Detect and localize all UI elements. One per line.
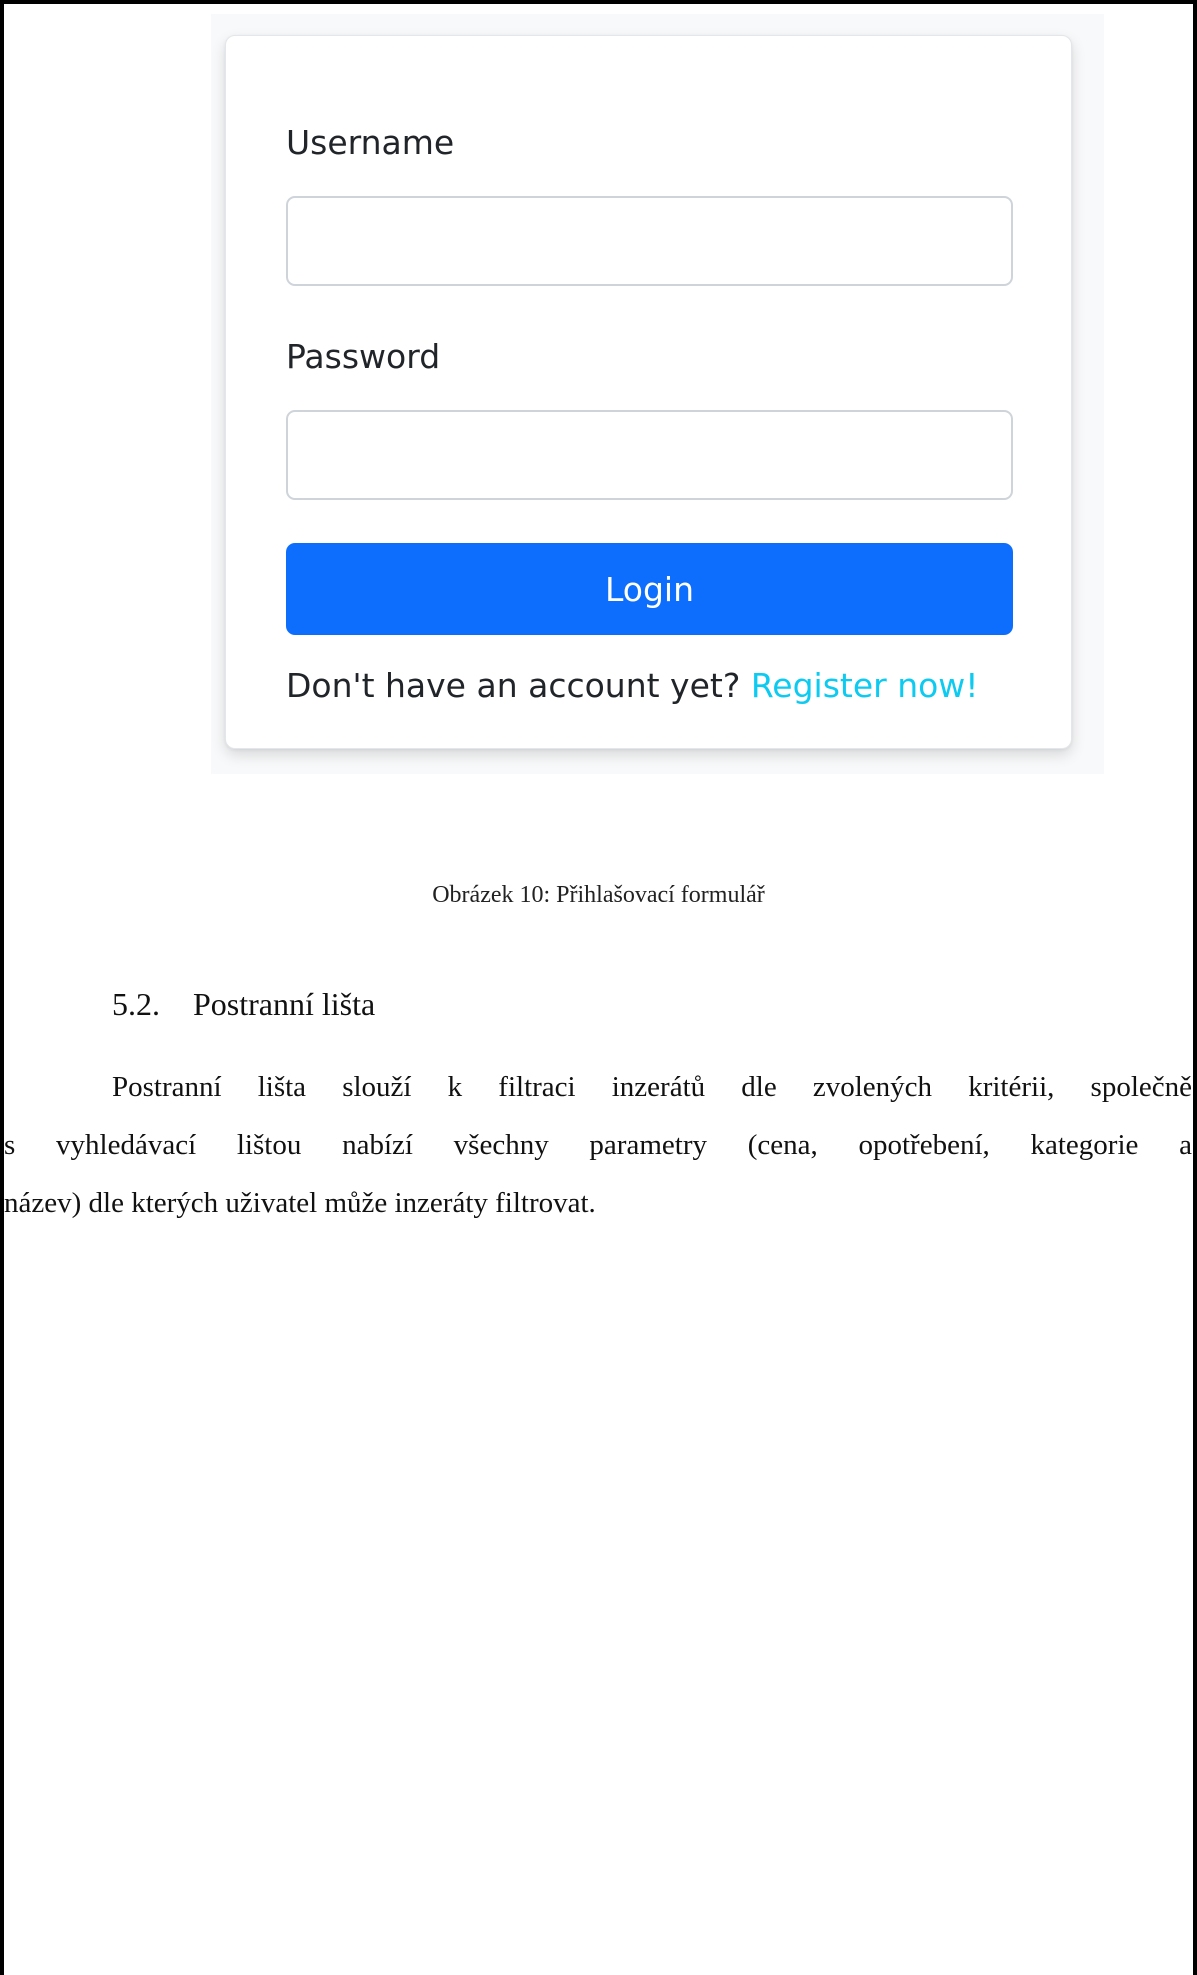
username-input[interactable] xyxy=(286,196,1013,286)
body-paragraph: Postranní lišta slouží k filtraci inzerá… xyxy=(4,1058,1192,1232)
signup-prompt-line: Don't have an account yet? Register now! xyxy=(286,666,979,706)
login-screenshot-figure: Username Password Login Don't have an ac… xyxy=(211,14,1104,774)
paragraph-line: s vyhledávací lištou nabízí všechny para… xyxy=(4,1129,1192,1161)
password-label: Password xyxy=(286,337,441,376)
paragraph-line: název) dle kterých uživatel může inzerát… xyxy=(4,1187,596,1219)
login-card: Username Password Login Don't have an ac… xyxy=(225,35,1072,749)
register-link[interactable]: Register now! xyxy=(751,666,979,705)
document-page: Username Password Login Don't have an ac… xyxy=(0,0,1197,1975)
username-label: Username xyxy=(286,123,455,162)
paragraph-line: Postranní lišta slouží k filtraci inzerá… xyxy=(112,1071,1192,1103)
section-title: Postranní lišta xyxy=(193,986,376,1022)
signup-prompt-text: Don't have an account yet? xyxy=(286,666,751,705)
figure-caption: Obrázek 10: Přihlašovací formulář xyxy=(432,882,765,908)
password-input[interactable] xyxy=(286,410,1013,500)
section-number: 5.2. xyxy=(112,986,160,1022)
section-heading: 5.2. Postranní lišta xyxy=(112,986,375,1023)
login-button[interactable]: Login xyxy=(286,543,1013,635)
